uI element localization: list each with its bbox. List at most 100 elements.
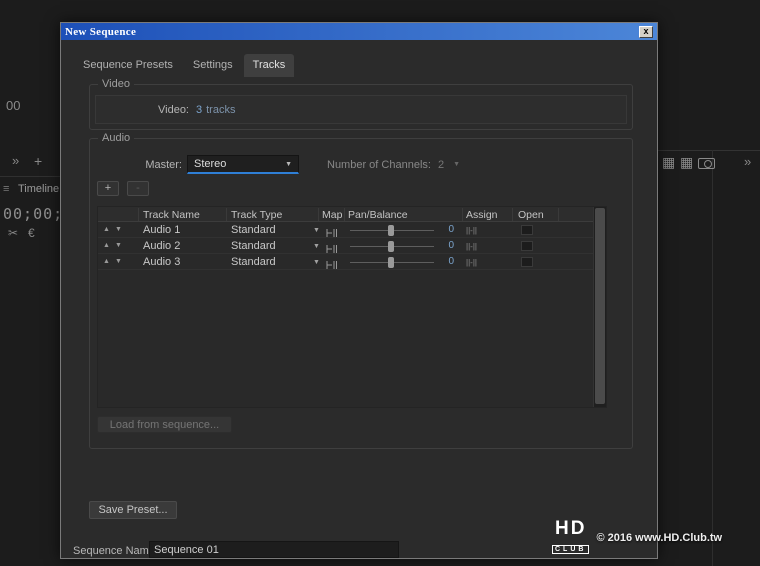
- map-icon[interactable]: [326, 257, 337, 275]
- sequence-name-label: Sequence Name:: [73, 545, 158, 557]
- column-divider: [138, 208, 139, 221]
- header-track-name: Track Name: [143, 209, 200, 221]
- channels-dropdown[interactable]: 2 ▼: [434, 156, 472, 173]
- hdclub-logo: HD CLUB: [552, 520, 589, 556]
- header-track-type: Track Type: [231, 209, 282, 221]
- table-row: ▲ ▼ Audio 3 Standard ▼ 0 ||-||: [98, 254, 595, 270]
- track-name[interactable]: Audio 1: [143, 224, 180, 236]
- move-down-button[interactable]: ▼: [115, 258, 122, 265]
- panel-divider: [0, 176, 60, 177]
- audio-track-table: Track Name Track Type Map Pan/Balance As…: [97, 206, 607, 408]
- video-tracks-label: Video:: [158, 104, 189, 116]
- premiere-workspace: 00 » + ≡ Timeline: ( 00;00;00; ✂ € ▦ ▦ »…: [0, 0, 760, 566]
- move-up-button[interactable]: ▲: [103, 258, 110, 265]
- pan-slider-thumb[interactable]: [388, 257, 394, 268]
- pan-slider-thumb[interactable]: [388, 225, 394, 236]
- bg-partial-timecode: 00: [6, 98, 20, 113]
- column-divider: [226, 208, 227, 221]
- sequence-name-input[interactable]: [149, 541, 399, 558]
- watermark: HD CLUB © 2016 www.HD.Club.tw: [552, 520, 722, 556]
- panel-overflow-icon: »: [744, 154, 751, 169]
- pan-value[interactable]: 0: [436, 224, 454, 235]
- master-label: Master:: [90, 159, 182, 171]
- assign-icon[interactable]: ||-||: [466, 226, 477, 235]
- pan-slider[interactable]: [350, 262, 434, 263]
- audio-section: Audio Master: Stereo ▼ Number of Channel…: [89, 138, 633, 449]
- chevron-down-icon[interactable]: ▼: [313, 227, 320, 234]
- video-section-label: Video: [98, 78, 134, 90]
- scrollbar-thumb[interactable]: [595, 208, 605, 404]
- column-divider: [558, 208, 559, 221]
- header-pan-balance: Pan/Balance: [348, 209, 408, 221]
- track-type-dropdown[interactable]: Standard: [231, 240, 276, 252]
- header-open: Open: [518, 209, 544, 221]
- move-down-button[interactable]: ▼: [115, 242, 122, 249]
- table-scrollbar[interactable]: [593, 207, 606, 407]
- tab-sequence-presets[interactable]: Sequence Presets: [74, 54, 182, 77]
- timeline-tool-icon: €: [28, 226, 35, 240]
- track-name[interactable]: Audio 3: [143, 256, 180, 268]
- video-tracks-box: Video: 3 tracks: [95, 95, 627, 124]
- razor-icon: ✂: [8, 226, 18, 240]
- open-checkbox[interactable]: [521, 241, 533, 251]
- remove-track-button[interactable]: -: [127, 181, 149, 196]
- open-checkbox[interactable]: [521, 257, 533, 267]
- open-checkbox[interactable]: [521, 225, 533, 235]
- chevron-down-icon[interactable]: ▼: [313, 243, 320, 250]
- chevron-down-icon: ▼: [453, 161, 460, 168]
- new-sequence-dialog: New Sequence x Sequence Presets Settings…: [60, 22, 658, 559]
- master-dropdown[interactable]: Stereo ▼: [187, 155, 299, 174]
- move-up-button[interactable]: ▲: [103, 226, 110, 233]
- grid-view-icon: ▦: [680, 154, 693, 171]
- camera-icon: [698, 158, 715, 169]
- track-name[interactable]: Audio 2: [143, 240, 180, 252]
- dialog-titlebar[interactable]: New Sequence x: [61, 23, 657, 40]
- channels-label: Number of Channels:: [327, 159, 431, 171]
- track-type-dropdown[interactable]: Standard: [231, 256, 276, 268]
- column-divider: [462, 208, 463, 221]
- pan-slider[interactable]: [350, 230, 434, 231]
- track-type-dropdown[interactable]: Standard: [231, 224, 276, 236]
- close-button[interactable]: x: [639, 26, 653, 38]
- table-row: ▲ ▼ Audio 2 Standard ▼ 0 ||-||: [98, 238, 595, 254]
- column-divider: [344, 208, 345, 221]
- panel-menu-icon: ≡: [3, 183, 9, 195]
- assign-icon[interactable]: ||-||: [466, 258, 477, 267]
- hdclub-logo-sub: CLUB: [552, 545, 589, 554]
- dialog-tabs: Sequence Presets Settings Tracks: [74, 54, 294, 77]
- hdclub-logo-main: HD: [552, 520, 589, 538]
- dialog-title: New Sequence: [65, 26, 136, 38]
- add-track-button[interactable]: +: [97, 181, 119, 196]
- tab-settings[interactable]: Settings: [184, 54, 242, 77]
- video-section: Video Video: 3 tracks: [89, 84, 633, 130]
- table-header: Track Name Track Type Map Pan/Balance As…: [98, 207, 595, 222]
- panel-divider: [658, 150, 760, 151]
- chevron-down-icon: ▼: [285, 161, 292, 168]
- table-row: ▲ ▼ Audio 1 Standard ▼ 0 ||-||: [98, 222, 595, 238]
- pan-slider-thumb[interactable]: [388, 241, 394, 252]
- channels-value: 2: [438, 159, 444, 171]
- master-value: Stereo: [194, 158, 226, 170]
- tab-tracks[interactable]: Tracks: [244, 54, 295, 77]
- watermark-copyright: © 2016 www.HD.Club.tw: [596, 532, 722, 544]
- assign-icon[interactable]: ||-||: [466, 242, 477, 251]
- header-map: Map: [322, 209, 342, 221]
- load-from-sequence-button[interactable]: Load from sequence...: [97, 416, 232, 433]
- header-assign: Assign: [466, 209, 498, 221]
- column-divider: [512, 208, 513, 221]
- add-icon: +: [34, 153, 42, 169]
- panel-divider: [712, 150, 713, 566]
- save-preset-button[interactable]: Save Preset...: [89, 501, 177, 519]
- move-down-button[interactable]: ▼: [115, 226, 122, 233]
- grid-view-icon: ▦: [662, 154, 675, 171]
- move-up-button[interactable]: ▲: [103, 242, 110, 249]
- pan-slider[interactable]: [350, 246, 434, 247]
- panel-overflow-icon: »: [12, 153, 19, 168]
- pan-value[interactable]: 0: [436, 240, 454, 251]
- video-tracks-value[interactable]: 3: [196, 104, 202, 116]
- audio-section-label: Audio: [98, 132, 134, 144]
- video-tracks-unit: tracks: [206, 104, 235, 116]
- column-divider: [318, 208, 319, 221]
- chevron-down-icon[interactable]: ▼: [313, 259, 320, 266]
- pan-value[interactable]: 0: [436, 256, 454, 267]
